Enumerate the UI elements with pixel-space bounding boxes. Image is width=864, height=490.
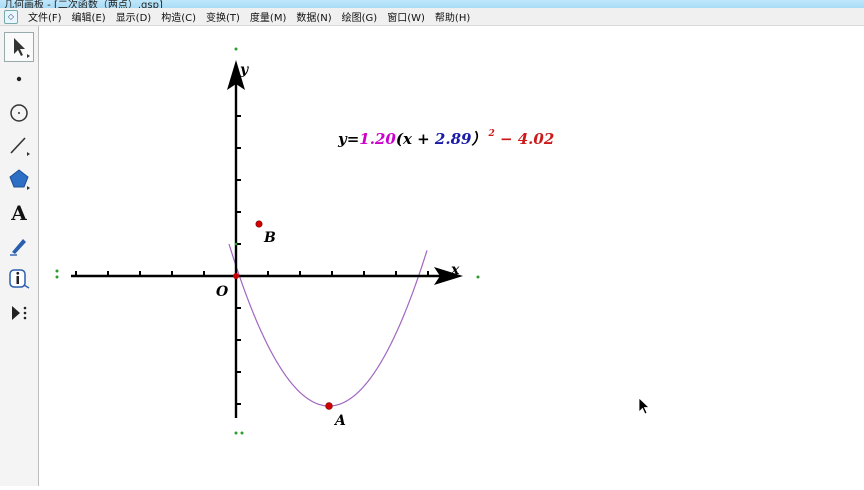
equation-y-equals: y= (337, 130, 359, 148)
menu-data[interactable]: 数据(N) (291, 9, 336, 24)
y-axis-bottom-handle-1[interactable] (234, 431, 238, 435)
menu-edit[interactable]: 编辑(E) (67, 9, 111, 24)
x-axis-right-handle[interactable] (476, 275, 480, 279)
origin-point[interactable] (233, 273, 239, 279)
y-axis-label: y (239, 62, 249, 78)
equation-minus: − (495, 130, 518, 148)
menu-measure[interactable]: 度量(M) (245, 9, 291, 24)
y-unit-handle[interactable] (234, 242, 238, 246)
origin-label: O (216, 284, 229, 300)
x-axis-left-handle-1[interactable] (55, 269, 59, 273)
parabola-curve[interactable] (228, 243, 428, 407)
sketch-canvas[interactable]: x y O B A y=1.20(x + 2.89） 2 − 4.02 (39, 26, 864, 486)
text-tool[interactable]: A (4, 198, 34, 228)
window-title: 几何画板 - [二次函数（两点）.gsp] (4, 0, 163, 8)
straightedge-tool[interactable] (4, 130, 34, 160)
marker-pen-icon (10, 239, 26, 256)
equation-open-part: (x + (396, 130, 435, 148)
equation-exponent: 2 (487, 129, 494, 139)
menu-graph[interactable]: 绘图(G) (337, 9, 383, 24)
equation-h-value: 2.89 (434, 130, 472, 148)
menu-window[interactable]: 窗口(W) (382, 9, 430, 24)
straightedge-tool-icon (10, 137, 30, 156)
menu-help[interactable]: 帮助(H) (430, 9, 475, 24)
mouse-cursor-icon (638, 397, 651, 415)
polygon-tool[interactable] (4, 164, 34, 194)
toolbox: A (0, 26, 39, 486)
polygon-tool-icon (9, 169, 30, 190)
marker-tool[interactable] (4, 230, 34, 260)
custom-tool-icon (12, 306, 27, 320)
x-axis-label: x (450, 262, 460, 278)
text-tool-icon: A (11, 201, 27, 225)
point-b[interactable] (255, 220, 263, 228)
compass-tool[interactable] (4, 98, 34, 128)
point-tool[interactable] (4, 64, 34, 94)
custom-tool[interactable] (4, 298, 34, 328)
y-axis-bottom-handle-2[interactable] (240, 431, 244, 435)
app-icon[interactable]: ◇ (4, 9, 18, 24)
equation-k-value: 4.02 (518, 130, 555, 148)
point-tool-icon (16, 76, 22, 82)
graph-area: x y O B A y=1.20(x + 2.89） 2 − 4.02 (55, 47, 651, 435)
point-a[interactable] (325, 402, 333, 410)
menu-bar: ◇ 文件(F) 编辑(E) 显示(D) 构造(C) 变换(T) 度量(M) 数据… (0, 8, 864, 26)
equation-a-value: 1.20 (359, 130, 396, 148)
menu-transform[interactable]: 变换(T) (201, 9, 245, 24)
x-axis-left-handle-2[interactable] (55, 275, 59, 279)
y-axis-top-handle[interactable] (234, 47, 238, 51)
menu-construct[interactable]: 构造(C) (156, 9, 201, 24)
arrow-tool-icon (14, 38, 30, 58)
menu-display[interactable]: 显示(D) (111, 9, 157, 24)
title-bar: 几何画板 - [二次函数（两点）.gsp] (0, 0, 864, 8)
menu-file[interactable]: 文件(F) (23, 9, 67, 24)
point-b-label: B (263, 230, 276, 246)
information-icon (9, 269, 30, 289)
parabola-equation[interactable]: y=1.20(x + 2.89） 2 − 4.02 (337, 129, 554, 148)
arrow-tool[interactable] (4, 32, 34, 62)
compass-tool-icon (10, 104, 28, 122)
equation-close-paren: ） (470, 130, 486, 148)
point-a-label: A (333, 413, 346, 429)
information-tool[interactable] (4, 264, 34, 294)
